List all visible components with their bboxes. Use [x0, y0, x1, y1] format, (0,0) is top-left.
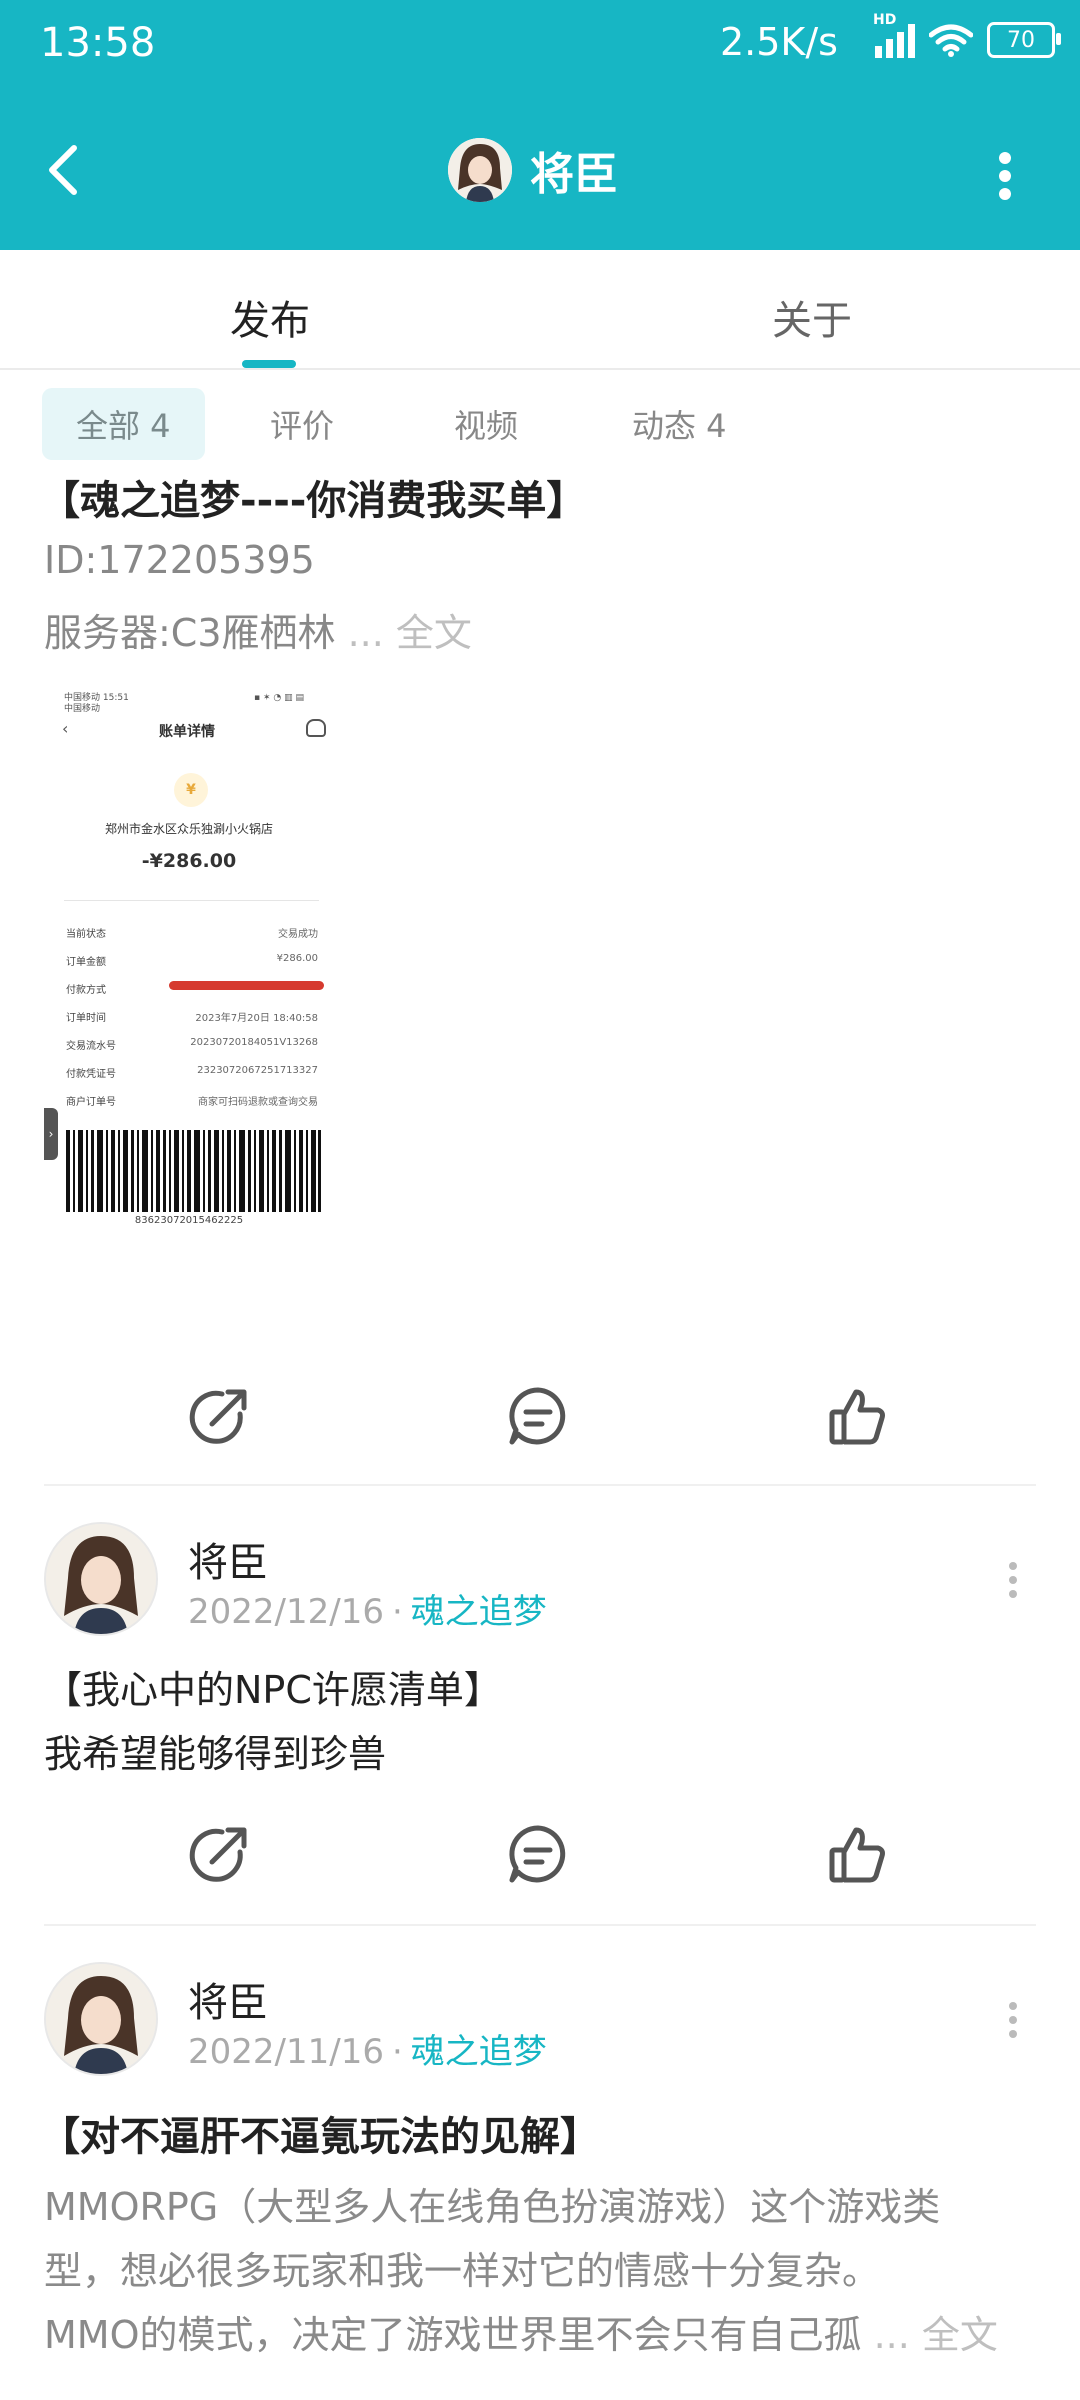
comment-icon[interactable]: [506, 1822, 570, 1886]
post-text: MMO的模式，决定了游戏世界里不会只有自己孤: [44, 2313, 862, 2357]
author-name[interactable]: 将臣: [188, 1530, 268, 1588]
tab-indicator: [242, 360, 296, 368]
avatar[interactable]: [448, 138, 512, 202]
post-date: 2022/12/16: [188, 1592, 384, 1632]
receipt-merchant: 郑州市金水区众乐独涮小火锅店: [104, 822, 273, 836]
game-tag[interactable]: 魂之追梦: [411, 1592, 547, 1632]
thumbs-up-icon[interactable]: [826, 1384, 890, 1448]
ellipsis: ...: [335, 611, 396, 655]
ellipsis: ...: [861, 2313, 922, 2357]
chevron-left-icon: ‹: [62, 719, 69, 738]
receipt-amount: -¥286.00: [141, 850, 237, 872]
main-tabs: 发布 关于: [0, 250, 1080, 370]
more-vertical-icon[interactable]: [1006, 1562, 1020, 1604]
post-text-line: 型，想必很多玩家和我一样对它的情感十分复杂。: [44, 2249, 881, 2293]
filter-reviews[interactable]: 评价: [270, 388, 334, 460]
post-text-line: 服务器:C3雁栖林 ... 全文: [44, 602, 472, 657]
post-title[interactable]: 【魂之追梦----你消费我买单】: [40, 468, 586, 526]
barcode-number: 83623072015462225: [134, 1215, 244, 1226]
divider: [44, 1924, 1036, 1926]
more-vertical-icon[interactable]: [1006, 2002, 1020, 2044]
post-date: 2022/11/16: [188, 2032, 384, 2072]
yuan-icon: ¥: [174, 773, 208, 807]
post-meta: 2022/11/16 · 魂之追梦: [188, 2032, 547, 2072]
wifi-icon: [929, 24, 973, 57]
signal-icon: HD: [873, 12, 915, 58]
battery-level: 70: [1007, 27, 1035, 53]
avatar[interactable]: [44, 1962, 158, 2076]
barcode: [66, 1130, 321, 1212]
share-icon[interactable]: [188, 1384, 252, 1448]
share-icon[interactable]: [188, 1822, 252, 1886]
headset-icon: [306, 719, 326, 737]
chevron-right-icon[interactable]: ›: [44, 1108, 58, 1160]
post-body: 我希望能够得到珍兽: [44, 1732, 387, 1776]
comment-icon[interactable]: [506, 1384, 570, 1448]
author-name[interactable]: 将臣: [188, 1970, 268, 2028]
receipt-status-left: 中国移动 15:51 中国移动: [64, 693, 129, 714]
filter-moments[interactable]: 动态 4: [632, 388, 727, 460]
status-icons: HD 70: [873, 12, 1061, 58]
thumbs-up-icon[interactable]: [826, 1822, 890, 1886]
avatar[interactable]: [44, 1522, 158, 1636]
tab-publish[interactable]: 发布: [230, 288, 310, 346]
game-tag[interactable]: 魂之追梦: [411, 2032, 547, 2072]
chevron-left-icon[interactable]: [40, 140, 90, 200]
post-text-line: MMO的模式，决定了游戏世界里不会只有自己孤 ... 全文: [44, 2304, 998, 2359]
network-speed: 2.5K/s: [720, 20, 838, 64]
post-meta: 2022/12/16 · 魂之追梦: [188, 1592, 547, 1632]
post-image-receipt[interactable]: 中国移动 15:51 中国移动 ▪ ✶ ◔ ▥ ▤ ‹ 账单详情 ¥ 郑州市金水区…: [44, 685, 334, 1235]
read-more-link[interactable]: 全文: [922, 2313, 998, 2357]
receipt-row: 当前状态 交易成功: [66, 929, 318, 940]
read-more-link[interactable]: 全文: [396, 611, 472, 655]
receipt-title: 账单详情: [159, 724, 215, 740]
divider: [64, 900, 319, 901]
signal-hd-tag: HD: [873, 12, 897, 28]
post-title[interactable]: 【对不逼肝不逼氪玩法的见解】: [40, 2104, 600, 2162]
more-vertical-icon[interactable]: [992, 148, 1018, 200]
app-header: 13:58 2.5K/s HD 70 将臣: [0, 0, 1080, 250]
profile-header: 将臣: [448, 138, 618, 202]
receipt-row: 商户订单号 商家可扫码退款或查询交易: [66, 1097, 318, 1108]
filter-videos[interactable]: 视频: [454, 388, 518, 460]
filter-all[interactable]: 全部 4: [42, 388, 205, 460]
redaction-mark: [169, 981, 324, 990]
battery-icon: 70: [987, 22, 1061, 58]
post-title[interactable]: 【我心中的NPC许愿清单】: [44, 1658, 502, 1722]
receipt-row: 付款凭证号 2323072067251713327: [66, 1065, 318, 1080]
divider: [44, 1484, 1036, 1486]
status-time: 13:58: [40, 20, 156, 66]
post-text-line: ID:172205395: [44, 538, 315, 582]
page-title: 将臣: [530, 149, 618, 200]
receipt-status-right: ▪ ✶ ◔ ▥ ▤: [254, 693, 304, 703]
post-text-line: MMORPG（大型多人在线角色扮演游戏）这个游戏类: [44, 2185, 941, 2229]
receipt-row: 订单金额 ¥286.00: [66, 953, 318, 968]
post-text: 服务器:C3雁栖林: [44, 611, 336, 655]
receipt-row: 交易流水号 20230720184051V13268: [66, 1037, 318, 1052]
tab-about[interactable]: 关于: [772, 288, 852, 346]
receipt-row: 订单时间 2023年7月20日 18:40:58: [66, 1013, 318, 1024]
